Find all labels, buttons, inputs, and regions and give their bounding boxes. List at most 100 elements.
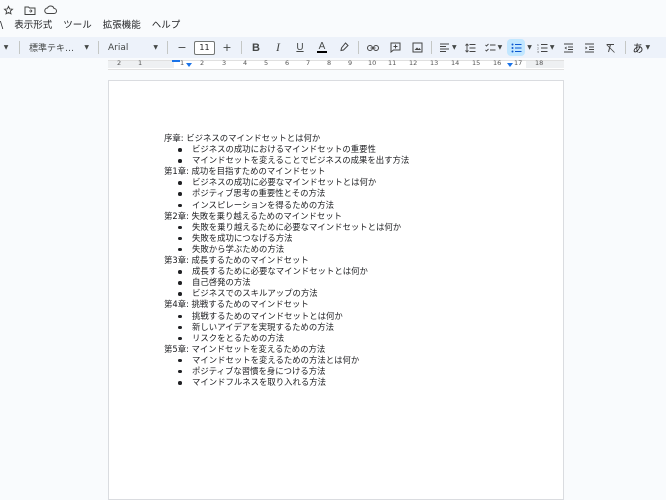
document-body[interactable]: 序章: ビジネスのマインドセットとは何か ビジネスの成功におけるマインドセットの重… <box>164 133 409 388</box>
list-item[interactable]: ポジティブな習慣を身につける方法 <box>164 366 409 377</box>
ruler-right-margin <box>526 61 564 68</box>
checklist-icon[interactable]: ▼ <box>483 39 505 56</box>
text-color-swatch <box>317 51 327 53</box>
ruler-number: 12 <box>409 59 418 67</box>
toolbar-divider <box>358 41 359 54</box>
ruler-number: 10 <box>368 59 377 67</box>
insert-link-icon[interactable] <box>364 39 382 56</box>
title-icons <box>2 4 57 16</box>
ruler-number: 17 <box>514 59 523 67</box>
numbered-list-icon[interactable]: 1 2 3 ▼ <box>535 39 557 56</box>
increase-indent-icon[interactable] <box>581 39 599 56</box>
ruler-number: 1 <box>138 59 143 67</box>
star-icon[interactable] <box>2 4 15 16</box>
highlight-pen-icon[interactable] <box>335 39 353 56</box>
list-item[interactable]: マインドフルネスを取り入れる方法 <box>164 377 409 388</box>
list-item[interactable]: インスピレーションを得るための方法 <box>164 200 409 211</box>
paragraph-style-value: 標準テキ… <box>29 44 75 54</box>
list-item[interactable]: 失敗から学ぶための方法 <box>164 244 409 255</box>
ruler-number: 8 <box>327 59 332 67</box>
title-bar: \ 表示形式 ツール 拡張機能 ヘルプ <box>0 0 666 34</box>
toolbar-divider <box>241 41 242 54</box>
list-item[interactable]: マインドセットを変えることでビジネスの成果を出す方法 <box>164 155 409 166</box>
toolbar-divider <box>167 41 168 54</box>
list-item[interactable]: ポジティブ思考の重要性とその方法 <box>164 188 409 199</box>
ruler-number: 18 <box>535 59 544 67</box>
list-item[interactable]: 成長するために必要なマインドセットとは何か <box>164 266 409 277</box>
ruler-number: 16 <box>493 59 502 67</box>
italic-button[interactable]: I <box>269 39 287 56</box>
underline-button[interactable]: U <box>291 39 309 56</box>
zoom-caret-icon[interactable]: ▼ <box>0 39 14 56</box>
chapter-heading[interactable]: 第2章: 失敗を乗り越えるためのマインドセット <box>164 211 409 222</box>
formatting-toolbar: ▼ 標準テキ… ▼ Arial ▼ − 11 + B I U A ▼ ▼ ▼ 1… <box>0 37 666 58</box>
menubar: \ 表示形式 ツール 拡張機能 ヘルプ <box>0 19 185 32</box>
ruler-number: 11 <box>388 59 397 67</box>
input-tools-label: あ <box>632 41 644 55</box>
menu-help[interactable]: ヘルプ <box>146 19 186 32</box>
ruler-number: 15 <box>472 59 481 67</box>
toolbar-divider <box>624 41 626 54</box>
increase-font-size-button[interactable]: + <box>218 39 236 56</box>
line-spacing-icon[interactable] <box>462 39 480 56</box>
left-indent-marker[interactable] <box>186 63 192 67</box>
paragraph-style-select[interactable]: 標準テキ… ▼ <box>25 39 93 56</box>
list-item[interactable]: 自己啓発の方法 <box>164 277 409 288</box>
align-left-icon[interactable]: ▼ <box>437 39 459 56</box>
first-line-indent-marker[interactable] <box>172 60 180 62</box>
decrease-font-size-button[interactable]: − <box>173 39 191 56</box>
list-item[interactable]: ビジネスの成功におけるマインドセットの重要性 <box>164 144 409 155</box>
ruler-number: 3 <box>222 59 227 67</box>
list-item[interactable]: マインドセットを変えるための方法とは何か <box>164 355 409 366</box>
menu-edit-partial[interactable]: \ <box>0 19 8 32</box>
ruler-number: 2 <box>117 59 122 67</box>
list-item[interactable]: 失敗を乗り越えるために必要なマインドセットとは何か <box>164 222 409 233</box>
ruler-number: 5 <box>264 59 269 67</box>
document-canvas[interactable]: 序章: ビジネスのマインドセットとは何か ビジネスの成功におけるマインドセットの重… <box>0 72 666 500</box>
right-indent-marker[interactable] <box>507 63 513 67</box>
chevron-down-icon[interactable]: ▼ <box>527 44 532 51</box>
chapter-heading[interactable]: 第3章: 成長するためのマインドセット <box>164 255 409 266</box>
menu-extensions[interactable]: 拡張機能 <box>97 19 146 32</box>
font-family-value: Arial <box>108 42 129 53</box>
cloud-status-icon[interactable] <box>44 4 57 16</box>
ruler[interactable]: 2 1 1 2 3 4 5 6 7 8 9 10 11 12 13 14 15 … <box>0 58 666 70</box>
bulleted-list-icon[interactable] <box>507 39 526 56</box>
toolbar-divider <box>98 41 99 54</box>
chapter-heading[interactable]: 第5章: マインドセットを変えるための方法 <box>164 344 409 355</box>
ruler-number: 6 <box>285 59 290 67</box>
decrease-indent-icon[interactable] <box>560 39 578 56</box>
ruler-number: 2 <box>200 59 205 67</box>
text-color-button[interactable]: A <box>313 39 331 56</box>
list-item[interactable]: ビジネスでのスキルアップの方法 <box>164 288 409 299</box>
ruler-number: 9 <box>348 59 353 67</box>
ruler-number: 14 <box>451 59 460 67</box>
chapter-heading[interactable]: 第1章: 成功を目指すためのマインドセット <box>164 166 409 177</box>
font-size-input[interactable]: 11 <box>194 40 215 55</box>
ruler-number: 1 <box>180 59 185 67</box>
ruler-number: 7 <box>306 59 311 67</box>
list-item[interactable]: 新しいアイデアを実現するための方法 <box>164 322 409 333</box>
insert-image-icon[interactable] <box>408 39 426 56</box>
menu-format[interactable]: 表示形式 <box>8 19 57 32</box>
document-page[interactable]: 序章: ビジネスのマインドセットとは何か ビジネスの成功におけるマインドセットの重… <box>108 80 564 500</box>
add-comment-icon[interactable] <box>386 39 404 56</box>
bold-button[interactable]: B <box>247 39 265 56</box>
folder-move-icon[interactable] <box>23 4 36 16</box>
list-item[interactable]: ビジネスの成功に必要なマインドセットとは何か <box>164 177 409 188</box>
list-item[interactable]: リスクをとるための方法 <box>164 333 409 344</box>
list-item[interactable]: 挑戦するためのマインドセットとは何か <box>164 311 409 322</box>
chapter-heading[interactable]: 序章: ビジネスのマインドセットとは何か <box>164 133 409 144</box>
menu-tools[interactable]: ツール <box>57 19 97 32</box>
chevron-down-icon: ▼ <box>153 44 158 51</box>
toolbar-divider <box>431 41 432 54</box>
input-tools-button[interactable]: あ ▼ <box>631 39 653 56</box>
font-family-select[interactable]: Arial ▼ <box>104 39 162 56</box>
clear-formatting-icon[interactable] <box>602 39 620 56</box>
svg-text:3: 3 <box>537 50 539 53</box>
ruler-number: 4 <box>243 59 248 67</box>
chapter-heading[interactable]: 第4章: 挑戦するためのマインドセット <box>164 299 409 310</box>
list-item[interactable]: 失敗を成功につなげる方法 <box>164 233 409 244</box>
text-color-letter: A <box>318 41 326 52</box>
toolbar-divider <box>19 41 20 54</box>
